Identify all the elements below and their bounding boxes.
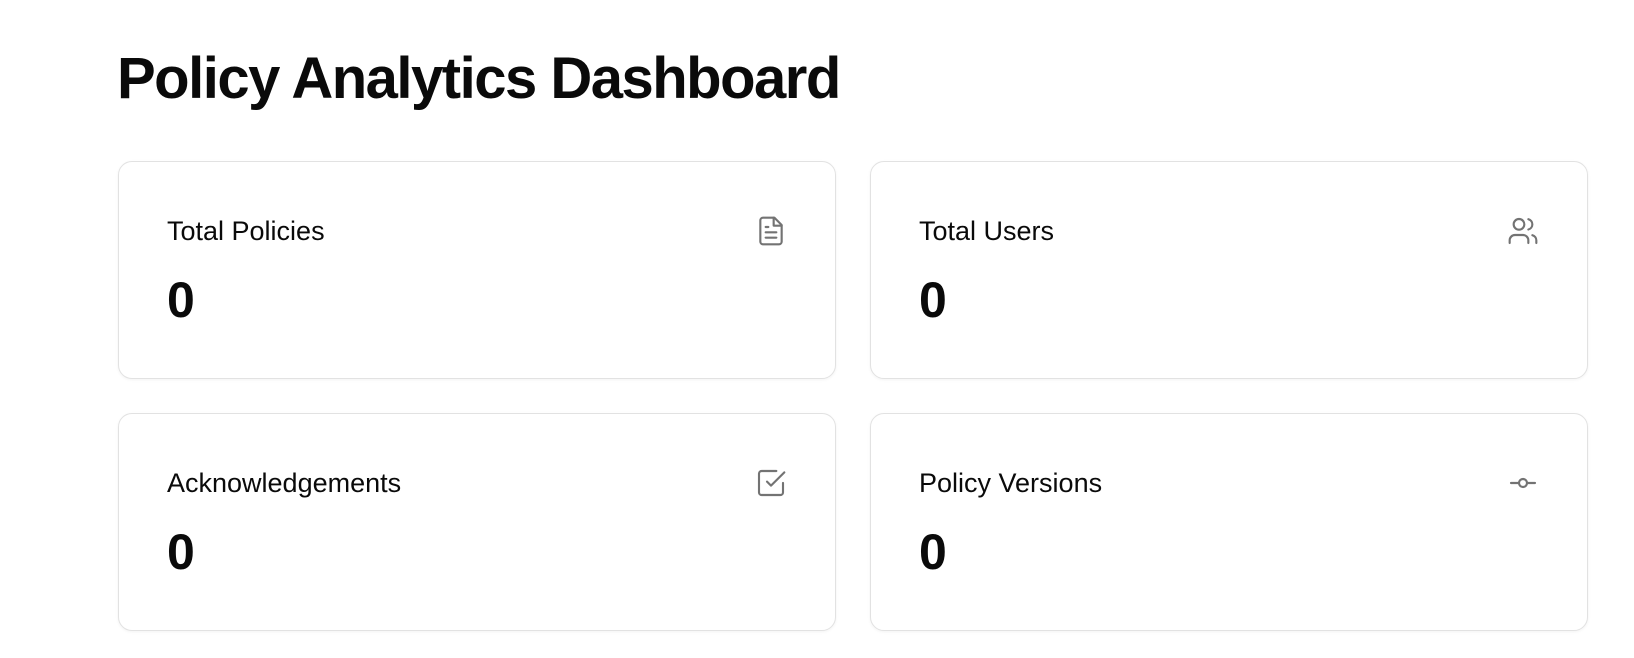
stats-grid: Total Policies 0 Total Users 0 Acknowled… — [118, 161, 1590, 631]
stat-card-total-policies: Total Policies 0 — [118, 161, 836, 379]
stat-card-label: Total Users — [919, 216, 1055, 246]
stat-card-total-users: Total Users 0 — [870, 161, 1588, 379]
dashboard-page: Policy Analytics Dashboard Total Policie… — [0, 0, 1634, 658]
stat-card-value: 0 — [167, 524, 195, 580]
stat-card-value: 0 — [919, 272, 947, 328]
stat-card-policy-versions: Policy Versions 0 — [870, 413, 1588, 631]
check-square-icon — [755, 467, 787, 499]
stat-card-acknowledgements: Acknowledgements 0 — [118, 413, 836, 631]
git-commit-icon — [1507, 467, 1539, 499]
file-text-icon — [755, 215, 787, 247]
stat-card-value: 0 — [919, 524, 947, 580]
stat-card-label: Policy Versions — [919, 468, 1103, 498]
stat-card-label: Acknowledgements — [167, 468, 402, 498]
users-icon — [1507, 215, 1539, 247]
stat-card-label: Total Policies — [167, 216, 325, 246]
page-title: Policy Analytics Dashboard — [117, 46, 841, 111]
stat-card-value: 0 — [167, 272, 195, 328]
